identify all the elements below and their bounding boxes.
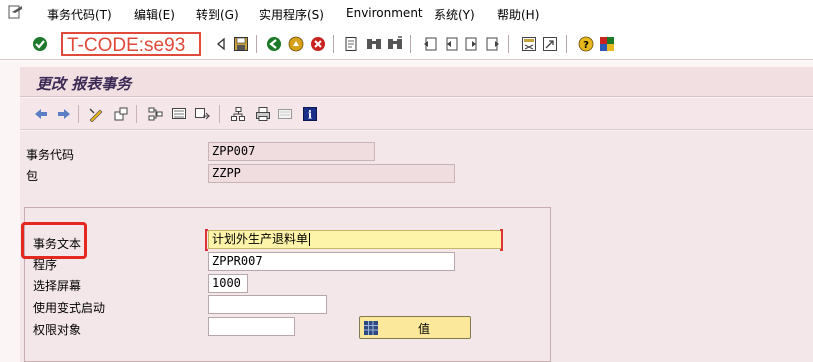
find-next-icon[interactable] (387, 36, 403, 52)
toolbar-separator (566, 35, 567, 53)
toolbar-separator (333, 35, 334, 53)
toolbar-separator (136, 105, 137, 123)
first-page-icon[interactable] (422, 36, 438, 52)
next-object-icon[interactable] (56, 106, 72, 122)
display-change-icon[interactable] (88, 106, 104, 122)
help-icon[interactable]: ? (578, 36, 594, 52)
cancel-icon[interactable] (310, 36, 326, 52)
menu-utilities[interactable]: 实用程序(S) (259, 6, 324, 23)
menu-system[interactable]: 系统(Y) (434, 6, 475, 23)
enter-icon[interactable] (32, 36, 48, 52)
next-page-icon[interactable] (464, 36, 480, 52)
layout-icon[interactable] (599, 36, 615, 52)
shortcut-icon[interactable] (542, 36, 558, 52)
values-table-icon (364, 321, 378, 335)
application-toolbar: i (20, 98, 813, 130)
authorization-object-input[interactable] (208, 317, 295, 336)
svg-text:?: ? (583, 40, 589, 51)
print-icon[interactable] (343, 36, 359, 52)
selection-screen-input[interactable]: 1000 (208, 274, 248, 293)
toolbar-separator (410, 35, 411, 53)
navigation-window-icon[interactable] (194, 106, 210, 122)
save-icon[interactable] (233, 36, 249, 52)
page-title: 更改 报表事务 (36, 75, 132, 93)
command-field[interactable]: T-CODE:se93 (61, 32, 201, 56)
values-button-label: 值 (418, 322, 431, 336)
toolbar-separator (219, 105, 220, 123)
object-list-icon[interactable] (171, 106, 187, 122)
authorization-object-label: 权限对象 (33, 323, 82, 337)
text-cursor (309, 233, 311, 246)
menu-environment[interactable]: Environment (346, 6, 423, 20)
title-bar: 更改 报表事务 (20, 67, 813, 97)
where-used-icon[interactable] (147, 106, 163, 122)
package-field: ZZPP (208, 164, 455, 183)
transaction-text-input[interactable]: 计划外生产退料单 (208, 230, 502, 249)
standard-toolbar: T-CODE:se93 ? (0, 28, 813, 60)
program-input[interactable]: ZPPR007 (208, 252, 455, 271)
transaction-code-field: ZPP007 (208, 142, 375, 161)
annotation-highlight-box (21, 222, 87, 259)
command-history-icon[interactable] (213, 36, 229, 52)
menu-edit[interactable]: 编辑(E) (134, 6, 175, 23)
values-button[interactable]: 值 (359, 316, 471, 339)
start-with-variant-label: 使用变式启动 (33, 301, 106, 315)
menu-bar: 事务代码(T) 编辑(E) 转到(G) 实用程序(S) Environment … (0, 0, 813, 26)
toolbar-separator (78, 105, 79, 123)
new-session-icon[interactable] (521, 36, 537, 52)
previous-page-icon[interactable] (443, 36, 459, 52)
find-icon[interactable] (366, 36, 382, 52)
svg-text:i: i (308, 109, 312, 122)
back-icon[interactable] (266, 36, 282, 52)
previous-object-icon[interactable] (33, 106, 49, 122)
other-object-icon[interactable] (113, 106, 129, 122)
required-bracket-right (500, 229, 503, 251)
required-bracket-left (205, 229, 208, 251)
transaction-text-value: 计划外生产退料单 (212, 232, 309, 246)
transaction-code-label: 事务代码 (26, 148, 75, 162)
selection-screen-label: 选择屏幕 (33, 279, 82, 293)
menu-transaction[interactable]: 事务代码(T) (47, 6, 112, 23)
last-page-icon[interactable] (485, 36, 501, 52)
menu-help[interactable]: 帮助(H) (497, 6, 539, 23)
info-icon[interactable]: i (302, 106, 318, 122)
exit-icon[interactable] (288, 36, 304, 52)
command-field-text: T-CODE:se93 (67, 35, 186, 56)
toolbar-separator (256, 35, 257, 53)
documentation-icon[interactable] (277, 106, 293, 122)
menu-goto[interactable]: 转到(G) (196, 6, 239, 23)
toolbar-separator (508, 35, 509, 53)
hierarchy-icon[interactable] (230, 106, 246, 122)
package-label: 包 (26, 169, 39, 183)
system-menu-icon[interactable] (8, 5, 24, 19)
start-with-variant-input[interactable] (208, 295, 327, 314)
print-icon[interactable] (255, 106, 271, 122)
